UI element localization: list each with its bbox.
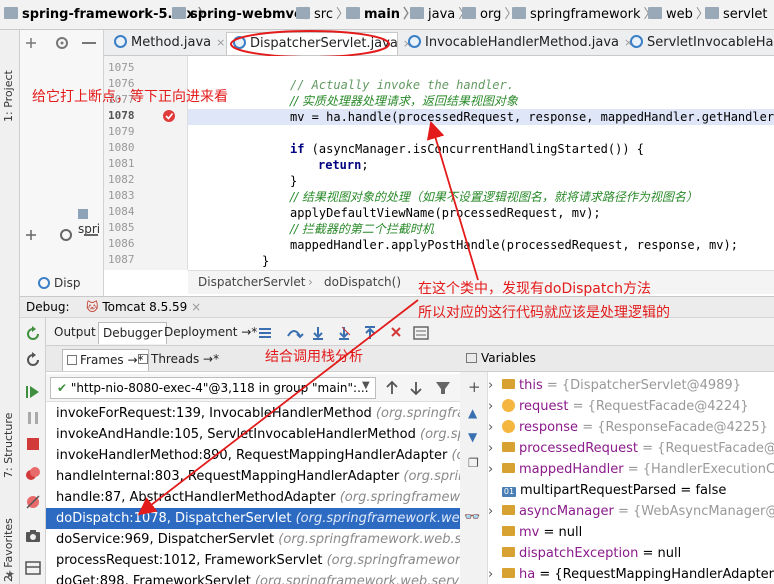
arrow-to-handle-call xyxy=(426,120,479,281)
annotation-arrows xyxy=(137,120,479,516)
arrow-to-dodispatch-frame xyxy=(137,299,419,516)
